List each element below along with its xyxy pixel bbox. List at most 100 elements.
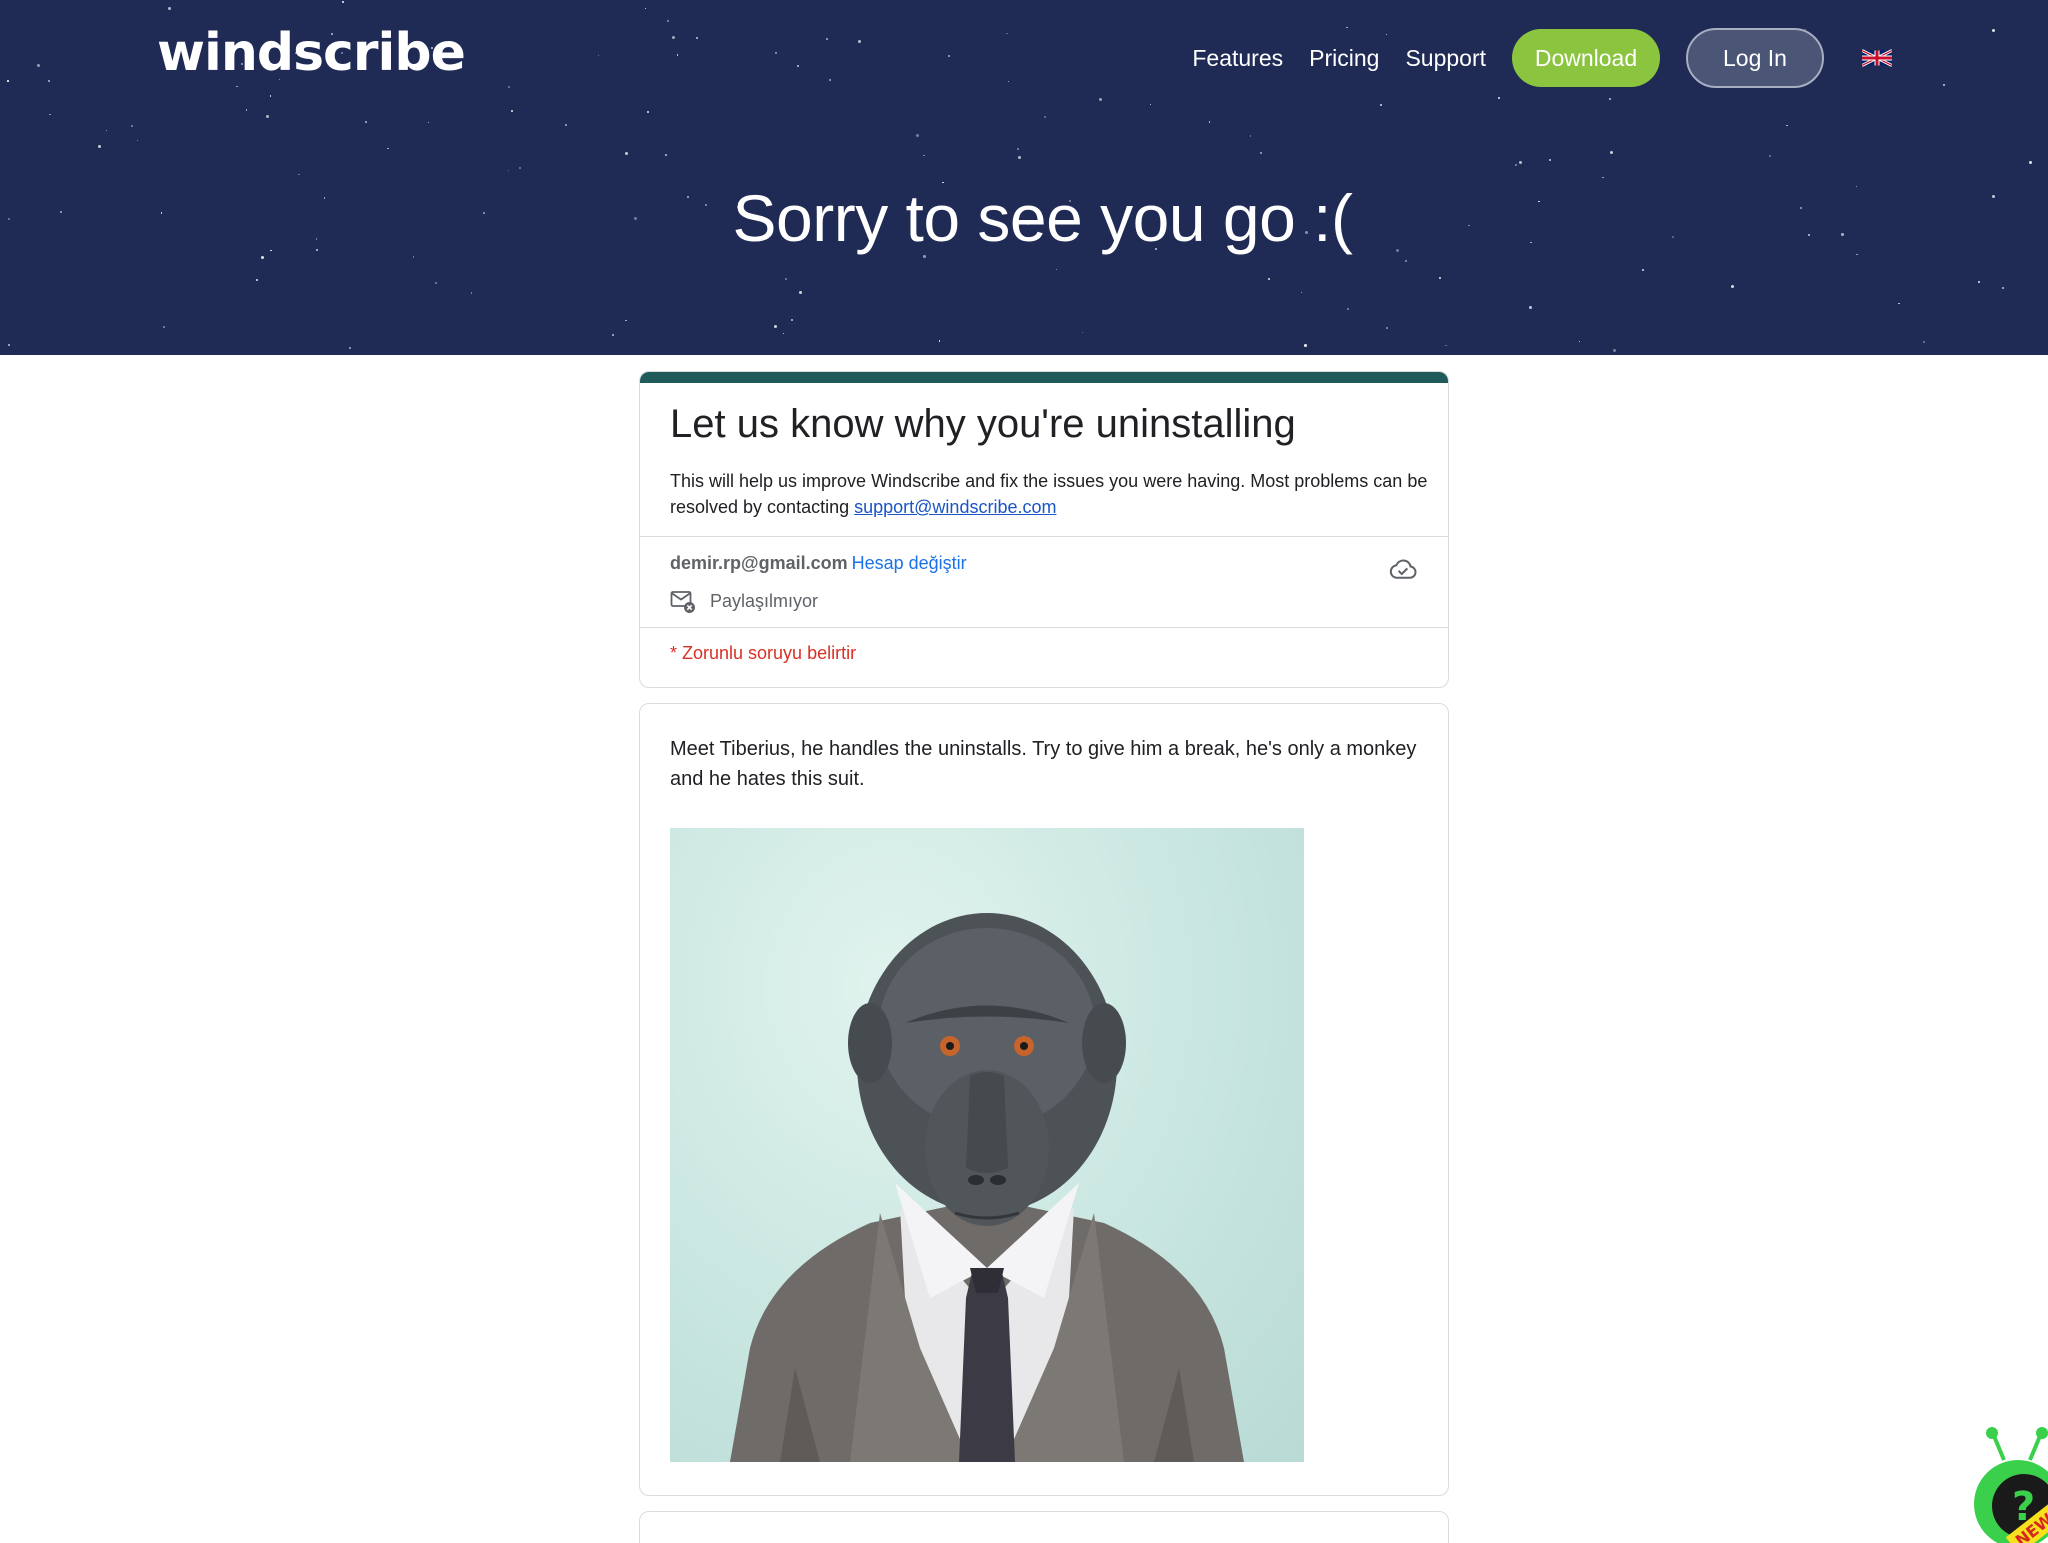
star: [1099, 98, 1103, 102]
star: [858, 40, 862, 44]
cloud-check-icon[interactable]: [1388, 554, 1418, 584]
form-description: This will help us improve Windscribe and…: [670, 468, 1430, 520]
star: [1518, 160, 1522, 164]
star: [245, 109, 248, 111]
star: [7, 344, 10, 347]
star: [1208, 121, 1211, 123]
star: [597, 54, 600, 57]
form-accent-bar: [640, 372, 1448, 383]
divider: [640, 536, 1448, 537]
star: [131, 125, 134, 128]
star: [829, 78, 832, 81]
star: [1898, 302, 1900, 305]
account-email: demir.rp@gmail.com: [670, 553, 848, 573]
star: [826, 38, 829, 41]
next-question-card: [639, 1511, 1449, 1543]
star: [625, 319, 627, 321]
star: [236, 85, 238, 88]
star: [1923, 341, 1926, 344]
account-row: demir.rp@gmail.com Hesap değiştir: [670, 553, 967, 574]
star: [1439, 277, 1442, 280]
star: [1641, 268, 1644, 271]
nav-features[interactable]: Features: [1192, 45, 1283, 72]
star: [916, 133, 920, 137]
star: [163, 326, 166, 329]
star: [266, 114, 270, 118]
star: [1769, 155, 1772, 158]
switch-account-link[interactable]: Hesap değiştir: [852, 553, 967, 573]
star: [1055, 268, 1058, 271]
section-text: Meet Tiberius, he handles the uninstalls…: [670, 738, 1417, 790]
star: [625, 152, 629, 156]
star: [387, 147, 389, 150]
hero-header: windscribe Features Pricing Support Down…: [0, 0, 2048, 355]
nav-pricing[interactable]: Pricing: [1309, 45, 1379, 72]
star: [342, 1, 344, 3]
star: [365, 121, 367, 123]
uk-flag-icon[interactable]: [1862, 48, 1892, 68]
star: [646, 110, 649, 113]
star: [519, 166, 522, 169]
star: [1548, 158, 1551, 161]
star: [260, 256, 264, 260]
form-title: Let us know why you're uninstalling: [670, 402, 1296, 446]
star: [644, 7, 647, 10]
star: [796, 64, 799, 67]
star: [2028, 160, 2032, 164]
star: [947, 55, 950, 58]
required-note: * Zorunlu soruyu belirtir: [670, 643, 857, 663]
star: [1498, 96, 1501, 99]
star: [1786, 124, 1788, 127]
star: [47, 79, 50, 82]
support-email-link[interactable]: support@windscribe.com: [854, 497, 1056, 517]
star: [923, 154, 925, 157]
star: [167, 7, 171, 11]
star: [1942, 84, 1945, 87]
star: [507, 169, 510, 172]
page-title: Sorry to see you go :(: [732, 181, 1353, 255]
star: [1300, 291, 1303, 294]
star: [1016, 147, 1019, 150]
help-bot-icon[interactable]: ? NEW: [1972, 1424, 2048, 1543]
star: [470, 292, 473, 294]
star: [799, 290, 803, 294]
star: [1346, 307, 1349, 310]
star: [565, 124, 567, 126]
star: [676, 54, 679, 56]
star: [434, 281, 437, 284]
star: [1612, 348, 1616, 352]
star: [938, 340, 941, 342]
star: [37, 64, 41, 68]
star: [611, 334, 614, 336]
star: [1578, 340, 1581, 343]
star: [782, 332, 785, 335]
star: [1602, 176, 1604, 179]
star: [1610, 150, 1614, 154]
star: [105, 129, 108, 132]
star: [1081, 331, 1084, 334]
star: [1268, 278, 1270, 280]
star: [1991, 29, 1995, 33]
nav-support[interactable]: Support: [1405, 45, 1486, 72]
star: [298, 173, 300, 176]
star: [97, 145, 101, 149]
windscribe-logo[interactable]: windscribe: [157, 24, 466, 82]
star: [774, 52, 777, 55]
sharing-status-row: Paylaşılmıyor: [670, 588, 818, 614]
star: [672, 35, 675, 39]
star: [1978, 281, 1981, 284]
star: [1404, 259, 1407, 262]
star: [136, 139, 139, 142]
star: [791, 318, 794, 321]
mail-off-icon: [670, 591, 695, 613]
star: [665, 154, 667, 156]
star: [2001, 286, 2004, 289]
section-card: Meet Tiberius, he handles the uninstalls…: [639, 703, 1449, 1496]
login-button[interactable]: Log In: [1686, 28, 1824, 88]
sharing-status-text: Paylaşılmıyor: [710, 590, 819, 611]
download-button[interactable]: Download: [1512, 29, 1660, 87]
star: [1386, 327, 1388, 329]
monkey-in-suit-photo: [670, 828, 1304, 1462]
star: [1380, 104, 1383, 107]
star: [1445, 344, 1447, 347]
